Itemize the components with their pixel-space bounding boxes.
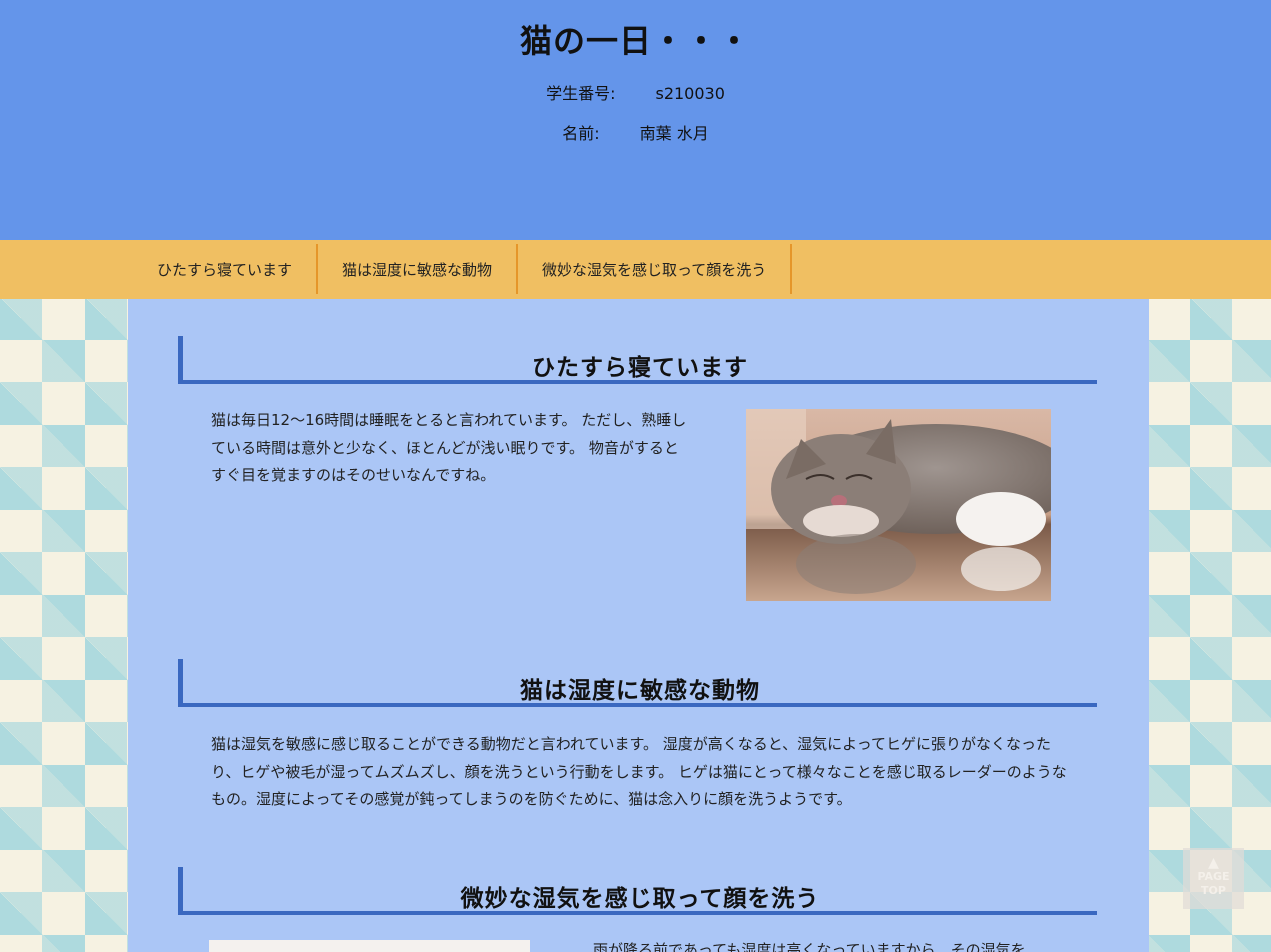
section-heading-face-washing: 微妙な湿気を感じ取って顔を洗う xyxy=(178,867,1097,915)
student-id-value: s210030 xyxy=(655,84,725,103)
section-text-humidity: 猫は湿気を敏感に感じ取ることができる動物だと言われています。 湿度が高くなると、… xyxy=(211,735,1067,808)
page-top-label-line1: PAGE xyxy=(1197,870,1230,883)
student-name-value: 南葉 水月 xyxy=(639,124,709,143)
student-name-row: 名前: 南葉 水月 xyxy=(0,120,1271,144)
sleeping-cat-image xyxy=(746,409,1051,601)
main-content: ひたすら寝ています 猫は毎日12～16時間は睡眠をとると言われています。 ただし… xyxy=(128,299,1149,952)
page-top-button[interactable]: ▲ PAGE TOP xyxy=(1183,848,1244,909)
global-nav: ひたすら寝ています 猫は湿度に敏感な動物 微妙な湿気を感じ取って顔を洗う xyxy=(0,240,1271,299)
student-id-label: 学生番号: xyxy=(546,84,616,103)
nav-item-sleeping[interactable]: ひたすら寝ています xyxy=(133,244,319,294)
page-top-label-line2: TOP xyxy=(1201,884,1226,897)
section-heading-humidity: 猫は湿度に敏感な動物 xyxy=(178,659,1097,707)
site-title: 猫の一日・・・ xyxy=(519,22,751,60)
section-text-face-washing: 雨が降る前であっても湿度は高くなっていますから、その湿気を xyxy=(593,941,1026,952)
nav-item-face-washing[interactable]: 微妙な湿気を感じ取って顔を洗う xyxy=(518,244,793,294)
nav-item-humidity[interactable]: 猫は湿度に敏感な動物 xyxy=(318,244,519,294)
sleeping-cat-photo xyxy=(746,409,1051,601)
site-header: 猫の一日・・・ 学生番号: s210030 名前: 南葉 水月 xyxy=(0,0,1271,240)
student-id-row: 学生番号: s210030 xyxy=(0,80,1271,104)
section-text-sleeping: 猫は毎日12～16時間は睡眠をとると言われています。 ただし、熟睡している時間は… xyxy=(211,411,687,484)
face-washing-cat-photo xyxy=(209,940,530,952)
triangle-up-icon: ▲ xyxy=(1208,855,1219,871)
student-name-label: 名前: xyxy=(562,124,600,143)
section-heading-sleeping: ひたすら寝ています xyxy=(178,336,1097,384)
